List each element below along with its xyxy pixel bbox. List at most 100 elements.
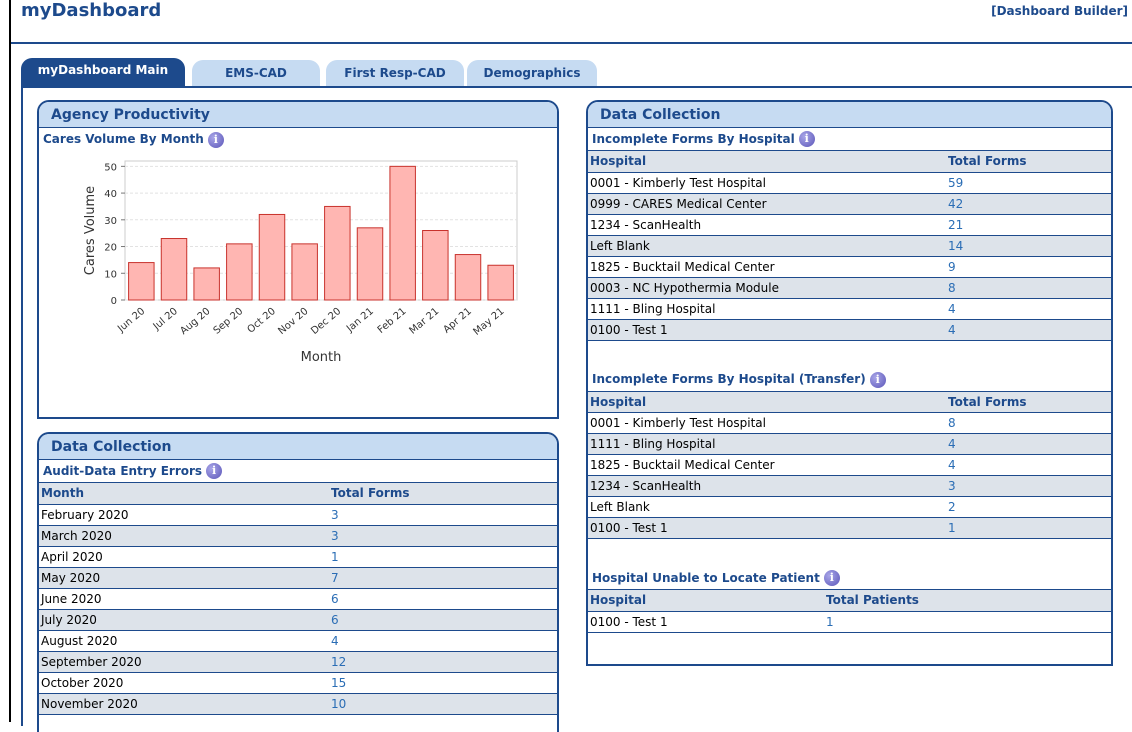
total-link[interactable]: 4 <box>946 454 1111 476</box>
hospital-table: Hospital Total Forms 0001 - Kimberly Test … <box>588 391 1111 539</box>
hospital-data-collection-panel: Data Collection Incomplete Forms By Hosp… <box>586 100 1113 666</box>
info-icon[interactable]: i <box>207 131 224 148</box>
total-link[interactable]: 4 <box>946 319 1111 341</box>
table-row: 0100 - Test 11 <box>588 611 1111 633</box>
y-tick-label: 10 <box>104 269 117 280</box>
bar <box>226 243 253 301</box>
info-icon[interactable]: i <box>823 570 840 586</box>
month-cell: October 2020 <box>39 672 329 694</box>
total-forms-link[interactable]: 7 <box>329 567 557 589</box>
bar <box>291 243 318 301</box>
tab-mydashboard-main[interactable]: myDashboard Main <box>21 58 185 86</box>
hospital-cell: 0100 - Test 1 <box>588 611 824 633</box>
panel-title: Data Collection <box>39 434 557 460</box>
x-tick-label: Apr 21 <box>441 306 474 336</box>
x-tick-label: Feb 21 <box>376 306 409 336</box>
total-forms-link[interactable]: 3 <box>329 525 557 547</box>
hospital-cell: Left Blank <box>588 235 946 257</box>
bar <box>324 205 351 301</box>
total-forms-link[interactable]: 4 <box>329 630 557 652</box>
column-header-hospital: Hospital <box>588 151 946 173</box>
y-tick-label: 0 <box>111 296 117 307</box>
table-row: Left Blank 2 <box>588 496 1111 518</box>
table-row: August 2020 4 <box>39 630 557 652</box>
total-link[interactable]: 4 <box>946 298 1111 320</box>
chart-subtitle: Cares Volume By Month <box>43 132 204 146</box>
hospital-cell: 1234 - ScanHealth <box>588 475 946 497</box>
hospital-table: Hospital Total Patients 0100 - Test 11 <box>588 590 1111 633</box>
month-cell: November 2020 <box>39 693 329 715</box>
column-header-total: Total Forms <box>946 391 1111 413</box>
tab-demographics[interactable]: Demographics <box>467 60 597 86</box>
main-content: Agency Productivity Cares Volume By Mont… <box>21 86 1132 732</box>
total-forms-link[interactable]: 6 <box>329 588 557 610</box>
table-row: 0003 - NC Hypothermia Module 8 <box>588 277 1111 299</box>
tab-first-resp-cad[interactable]: First Resp-CAD <box>326 60 464 86</box>
hospital-cell: 0001 - Kimberly Test Hospital <box>588 172 946 194</box>
total-forms-link[interactable]: 3 <box>329 504 557 526</box>
table-row: 1825 - Bucktail Medical Center 4 <box>588 454 1111 476</box>
table-row: February 2020 3 <box>39 504 557 526</box>
column-header-month: Month <box>39 483 329 505</box>
section-subtitle: Hospital Unable to Locate Patient <box>592 570 820 585</box>
table-row: March 2020 3 <box>39 525 557 547</box>
total-link[interactable]: 14 <box>946 235 1111 257</box>
total-forms-link[interactable]: 6 <box>329 609 557 631</box>
dashboard-builder-link[interactable]: [Dashboard Builder] <box>991 4 1128 18</box>
bar <box>487 264 514 301</box>
table-header-row: Month Total Forms <box>39 483 557 505</box>
table-row: June 2020 6 <box>39 588 557 610</box>
tab-ems-cad[interactable]: EMS-CAD <box>192 60 320 86</box>
section-subtitle-row: Incomplete Forms By Hospital (Transfer) i <box>588 369 1111 392</box>
total-link[interactable]: 21 <box>946 214 1111 236</box>
hospital-cell: 1111 - Bling Hospital <box>588 298 946 320</box>
section-subtitle: Incomplete Forms By Hospital (Transfer) <box>592 372 866 386</box>
bar <box>128 262 155 301</box>
audit-subtitle-row: Audit-Data Entry Errors i <box>39 460 557 483</box>
total-link[interactable]: 8 <box>946 412 1111 434</box>
total-link[interactable]: 8 <box>946 277 1111 299</box>
table-row: 0001 - Kimberly Test Hospital 59 <box>588 172 1111 194</box>
bar <box>356 227 384 301</box>
x-axis-label: Month <box>301 350 342 365</box>
total-forms-link[interactable]: 15 <box>329 672 557 694</box>
table-row: November 2020 10 <box>39 693 557 715</box>
column-header-hospital: Hospital <box>588 590 824 612</box>
total-link[interactable]: 9 <box>946 256 1111 278</box>
info-icon[interactable]: i <box>869 371 886 388</box>
month-cell: April 2020 <box>39 546 329 568</box>
total-link[interactable]: 2 <box>946 496 1111 518</box>
total-link[interactable]: 3 <box>946 475 1111 497</box>
table-row: 1111 - Bling Hospital 4 <box>588 433 1111 455</box>
info-icon[interactable]: i <box>798 131 815 147</box>
audit-data-collection-panel: Data Collection Audit-Data Entry Errors … <box>37 432 559 732</box>
table-row: 1234 - ScanHealth 21 <box>588 214 1111 236</box>
total-link[interactable]: 4 <box>946 433 1111 455</box>
total-link[interactable]: 59 <box>946 172 1111 194</box>
total-link[interactable]: 1 <box>946 517 1111 539</box>
info-icon[interactable]: i <box>206 463 223 479</box>
hospital-cell: 0100 - Test 1 <box>588 319 946 341</box>
table-header-row: Hospital Total Forms <box>588 151 1111 173</box>
column-header-total: Total Patients <box>824 590 1111 612</box>
bar <box>389 165 416 301</box>
table-row: 1825 - Bucktail Medical Center 9 <box>588 256 1111 278</box>
cares-volume-chart: 0 10 20 30 40 50 Jun 20 Jul 20 Aug 20 Sep 20 Oct 2… <box>39 151 557 417</box>
month-cell: June 2020 <box>39 588 329 610</box>
table-row: April 2020 1 <box>39 546 557 568</box>
y-tick-label: 50 <box>104 162 117 173</box>
table-row: July 2020 6 <box>39 609 557 631</box>
x-tick-label: Dec 20 <box>309 306 343 337</box>
hospital-cell: 1234 - ScanHealth <box>588 214 946 236</box>
total-forms-link[interactable]: 1 <box>329 546 557 568</box>
total-link[interactable]: 42 <box>946 193 1111 215</box>
bar-chart-svg: 0 10 20 30 40 50 Jun 20 Jul 20Aug 20Sep 20 Oct 2… <box>83 160 518 365</box>
table-row: September 2020 12 <box>39 651 557 673</box>
total-forms-link[interactable]: 12 <box>329 651 557 673</box>
total-forms-link[interactable]: 10 <box>329 693 557 715</box>
hospital-sections: Incomplete Forms By Hospital i Hospital Tot… <box>588 128 1111 633</box>
table-row: 0999 - CARES Medical Center 42 <box>588 193 1111 215</box>
hospital-cell: 1111 - Bling Hospital <box>588 433 946 455</box>
total-link[interactable]: 1 <box>824 611 1111 633</box>
